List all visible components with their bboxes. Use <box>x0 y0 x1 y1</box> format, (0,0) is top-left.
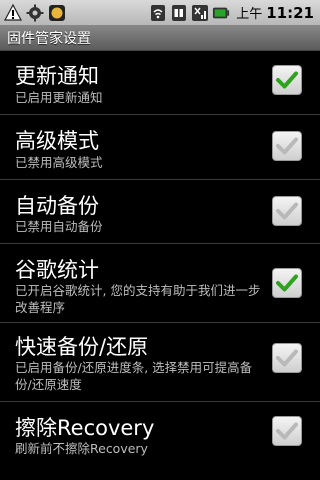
status-bar: 上午 11:21 <box>0 0 320 25</box>
pref-wipe-recovery[interactable]: 擦除Recovery 刷新前不擦除Recovery <box>0 402 320 472</box>
checkbox-advanced-mode[interactable] <box>272 131 302 161</box>
check-icon <box>276 202 298 220</box>
checkbox-google-analytics[interactable] <box>272 268 302 298</box>
notification-icon[interactable] <box>48 4 66 22</box>
pref-title: 快速备份/还原 <box>15 335 149 359</box>
pref-advanced-mode[interactable]: 高级模式 已禁用高级模式 <box>0 115 320 180</box>
checkbox-update-notification[interactable] <box>272 65 302 95</box>
clock: 上午 11:21 <box>236 3 314 22</box>
sim-icon <box>170 4 188 22</box>
preference-list: 更新通知 已启用更新通知 高级模式 已禁用高级模式 自动备份 已禁用自动备份 谷… <box>0 51 320 472</box>
page-title: 固件管家设置 <box>7 31 91 47</box>
pref-summary: 已启用更新通知 <box>15 90 103 105</box>
check-icon <box>276 349 298 367</box>
pref-update-notification[interactable]: 更新通知 已启用更新通知 <box>0 51 320 115</box>
pref-summary: 刷新前不擦除Recovery <box>15 441 148 456</box>
check-icon <box>276 422 298 440</box>
pref-summary: 已禁用自动备份 <box>15 219 103 234</box>
pref-title: 更新通知 <box>15 64 99 88</box>
warning-icon[interactable] <box>4 3 22 22</box>
pref-summary: 已禁用高级模式 <box>15 155 103 170</box>
pref-title: 擦除Recovery <box>15 416 155 440</box>
signal-icon <box>191 4 209 22</box>
title-bar: 固件管家设置 <box>0 25 320 51</box>
check-icon <box>276 137 298 155</box>
battery-icon <box>212 4 230 22</box>
pref-google-analytics[interactable]: 谷歌统计 已开启谷歌统计, 您的支持有助于我们进一步改善程序 <box>0 244 320 323</box>
wifi-icon <box>149 4 167 22</box>
pref-summary: 已开启谷歌统计, 您的支持有助于我们进一步改善程序 <box>15 283 261 315</box>
clock-time: 11:21 <box>266 4 314 22</box>
pref-quick-backup-restore[interactable]: 快速备份/还原 已启用备份/还原进度条, 选择禁用可提高备份/还原速度 <box>0 323 320 402</box>
pref-title: 高级模式 <box>15 129 99 153</box>
pref-summary: 已启用备份/还原进度条, 选择禁用可提高备份/还原速度 <box>15 360 253 392</box>
checkbox-quick-backup-restore[interactable] <box>272 343 302 373</box>
check-icon <box>276 274 298 292</box>
check-icon <box>276 71 298 89</box>
checkbox-auto-backup[interactable] <box>272 196 302 226</box>
checkbox-wipe-recovery[interactable] <box>272 416 302 446</box>
pref-title: 自动备份 <box>15 194 99 218</box>
clock-ampm: 上午 <box>236 7 263 22</box>
pref-auto-backup[interactable]: 自动备份 已禁用自动备份 <box>0 180 320 244</box>
pref-title: 谷歌统计 <box>15 258 99 282</box>
settings-icon[interactable] <box>26 4 44 22</box>
